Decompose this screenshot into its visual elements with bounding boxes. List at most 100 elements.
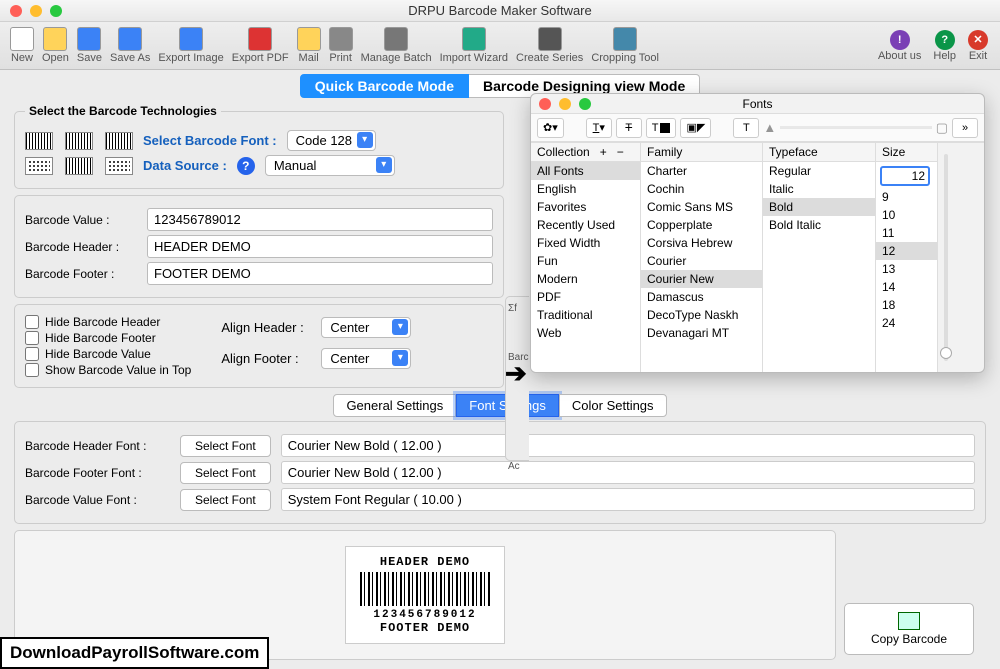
- align-footer-label: Align Footer :: [221, 351, 311, 366]
- barcode-type-icon[interactable]: [65, 132, 93, 150]
- barcode-value-input[interactable]: [147, 208, 493, 231]
- list-item[interactable]: Fun: [531, 252, 640, 270]
- minimize-window[interactable]: [30, 5, 42, 17]
- import-wizard-button[interactable]: Import Wizard: [440, 27, 508, 64]
- select-value-font-button[interactable]: Select Font: [180, 489, 271, 511]
- open-button[interactable]: Open: [42, 27, 69, 64]
- barcode-type-icon[interactable]: [25, 132, 53, 150]
- select-footer-font-button[interactable]: Select Font: [180, 462, 271, 484]
- font-settings-group: Barcode Header Font : Select Font Courier …: [14, 421, 986, 524]
- list-item[interactable]: 18: [876, 296, 937, 314]
- list-item[interactable]: Italic: [763, 180, 875, 198]
- list-item[interactable]: Corsiva Hebrew: [641, 234, 762, 252]
- list-item[interactable]: Regular: [763, 162, 875, 180]
- exit-button[interactable]: ✕Exit: [968, 30, 988, 62]
- barcode-type-icon[interactable]: [105, 157, 133, 175]
- typography-button[interactable]: T: [733, 118, 759, 138]
- barcode-type-icon[interactable]: [25, 157, 53, 175]
- list-item[interactable]: Bold Italic: [763, 216, 875, 234]
- save-as-button[interactable]: Save As: [110, 27, 150, 64]
- manage-batch-button[interactable]: Manage Batch: [361, 27, 432, 64]
- save-button[interactable]: Save: [77, 27, 102, 64]
- text-color-button[interactable]: T: [646, 118, 677, 138]
- list-item[interactable]: Fixed Width: [531, 234, 640, 252]
- list-item[interactable]: 24: [876, 314, 937, 332]
- tab-quick-mode[interactable]: Quick Barcode Mode: [300, 74, 469, 98]
- fonts-panel: Fonts ✿▾ T▾ T T ▣◤ T ▲ ▢ » Collection + …: [530, 93, 985, 373]
- list-item[interactable]: Favorites: [531, 198, 640, 216]
- about-us-button[interactable]: !About us: [878, 30, 921, 62]
- barcode-header-input[interactable]: [147, 235, 493, 258]
- value-font-label: Barcode Value Font :: [25, 493, 170, 507]
- show-top-checkbox[interactable]: Show Barcode Value in Top: [25, 363, 191, 377]
- list-item[interactable]: 9: [876, 188, 937, 206]
- copy-barcode-button[interactable]: Copy Barcode: [844, 603, 974, 655]
- maximize-window[interactable]: [50, 5, 62, 17]
- underline-button[interactable]: T▾: [586, 118, 612, 138]
- typeface-list[interactable]: Typeface RegularItalicBoldBold Italic: [763, 143, 876, 372]
- size-input[interactable]: [880, 166, 930, 186]
- print-button[interactable]: Print: [329, 27, 353, 64]
- save-icon: [77, 27, 101, 51]
- list-item[interactable]: DecoType Naskh: [641, 306, 762, 324]
- family-list[interactable]: Family CharterCochinComic Sans MSCopperp…: [641, 143, 763, 372]
- strikethrough-button[interactable]: T: [616, 118, 642, 138]
- export-image-button[interactable]: Export Image: [158, 27, 223, 64]
- export-pdf-button[interactable]: Export PDF: [232, 27, 289, 64]
- barcode-font-select[interactable]: Code 128: [287, 130, 376, 151]
- list-item[interactable]: Web: [531, 324, 640, 342]
- list-item[interactable]: PDF: [531, 288, 640, 306]
- header-font-label: Barcode Header Font :: [25, 439, 170, 453]
- list-item[interactable]: Traditional: [531, 306, 640, 324]
- list-item[interactable]: Charter: [641, 162, 762, 180]
- barcode-type-icon[interactable]: [65, 157, 93, 175]
- size-slider[interactable]: [938, 143, 954, 372]
- list-item[interactable]: English: [531, 180, 640, 198]
- size-list[interactable]: Size 910111213141824: [876, 143, 938, 372]
- tab-color-settings[interactable]: Color Settings: [559, 394, 667, 417]
- footer-font-value: Courier New Bold ( 12.00 ): [281, 461, 975, 484]
- more-button[interactable]: »: [952, 118, 978, 138]
- list-item[interactable]: Cochin: [641, 180, 762, 198]
- barcode-footer-input[interactable]: [147, 262, 493, 285]
- hide-value-checkbox[interactable]: Hide Barcode Value: [25, 347, 191, 361]
- watermark: DownloadPayrollSoftware.com: [0, 637, 269, 669]
- list-item[interactable]: Bold: [763, 198, 875, 216]
- collection-list[interactable]: Collection + − All FontsEnglishFavorites…: [531, 143, 641, 372]
- barcode-type-icon[interactable]: [105, 132, 133, 150]
- settings-tabs: General Settings Font Settings Color Set…: [14, 394, 986, 417]
- list-item[interactable]: Courier: [641, 252, 762, 270]
- mail-button[interactable]: Mail: [297, 27, 321, 64]
- list-item[interactable]: Devanagari MT: [641, 324, 762, 342]
- align-header-select[interactable]: Center: [321, 317, 411, 338]
- list-item[interactable]: Copperplate: [641, 216, 762, 234]
- list-item[interactable]: Modern: [531, 270, 640, 288]
- fonts-gear-button[interactable]: ✿▾: [537, 118, 564, 138]
- new-button[interactable]: New: [10, 27, 34, 64]
- hide-header-checkbox[interactable]: Hide Barcode Header: [25, 315, 191, 329]
- barcode-tech-legend: Select the Barcode Technologies: [25, 104, 221, 118]
- list-item[interactable]: Damascus: [641, 288, 762, 306]
- barcode-tech-group: Select the Barcode Technologies Select B…: [14, 104, 504, 189]
- select-header-font-button[interactable]: Select Font: [180, 435, 271, 457]
- list-item[interactable]: 11: [876, 224, 937, 242]
- import-icon: [462, 27, 486, 51]
- list-item[interactable]: All Fonts: [531, 162, 640, 180]
- help-icon[interactable]: ?: [237, 157, 255, 175]
- create-series-button[interactable]: Create Series: [516, 27, 583, 64]
- bg-color-button[interactable]: ▣◤: [680, 118, 711, 138]
- tab-general-settings[interactable]: General Settings: [333, 394, 456, 417]
- data-source-select[interactable]: Manual: [265, 155, 395, 176]
- list-item[interactable]: 10: [876, 206, 937, 224]
- align-footer-select[interactable]: Center: [321, 348, 411, 369]
- list-item[interactable]: 14: [876, 278, 937, 296]
- list-item[interactable]: Recently Used: [531, 216, 640, 234]
- list-item[interactable]: 12: [876, 242, 937, 260]
- list-item[interactable]: Courier New: [641, 270, 762, 288]
- cropping-tool-button[interactable]: Cropping Tool: [591, 27, 659, 64]
- hide-footer-checkbox[interactable]: Hide Barcode Footer: [25, 331, 191, 345]
- list-item[interactable]: 13: [876, 260, 937, 278]
- help-button[interactable]: ?Help: [933, 30, 956, 62]
- close-window[interactable]: [10, 5, 22, 17]
- list-item[interactable]: Comic Sans MS: [641, 198, 762, 216]
